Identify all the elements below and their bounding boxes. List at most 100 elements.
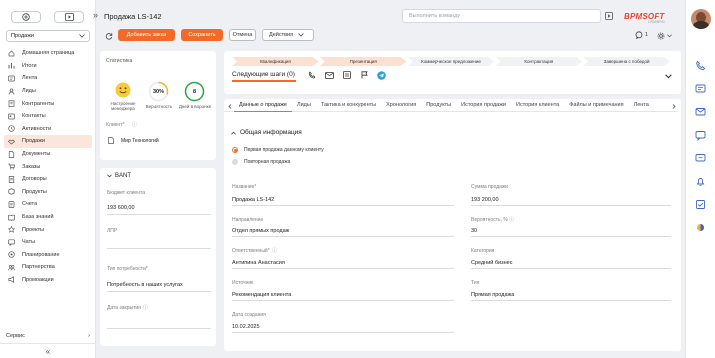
video-button[interactable] [54, 11, 84, 23]
category-value[interactable]: Средний бизнес [471, 260, 512, 266]
chevron-down-icon[interactable] [665, 74, 672, 79]
sidebar-item[interactable]: Лента [4, 72, 92, 85]
sidebar-item[interactable]: Активности [4, 123, 92, 136]
sidebar-item[interactable]: Итоги [4, 60, 92, 73]
telegram-icon[interactable] [377, 71, 386, 80]
need-type-value[interactable]: Потребность в наших услугах [107, 282, 183, 288]
client-value[interactable]: Мир Технологий [121, 138, 159, 144]
refresh-icon[interactable] [105, 32, 113, 40]
sidebar-item[interactable]: Счета [4, 198, 92, 211]
probability-label: Вероятность [145, 104, 173, 109]
chevron-up-icon[interactable] [231, 131, 236, 135]
message-icon[interactable] [695, 153, 706, 164]
top-bar: » Продажа LS-142 Выполнить команду BPMSO… [93, 0, 685, 30]
chevron-right-icon[interactable] [672, 104, 676, 109]
tab[interactable]: Лиды [292, 99, 316, 112]
tab[interactable]: Продукты [421, 99, 456, 112]
direction-value[interactable]: Отдел прямых продаж [232, 228, 289, 234]
actions-dropdown[interactable]: Действия [262, 29, 314, 41]
feed-icon[interactable] [695, 83, 706, 94]
building-icon [8, 100, 15, 108]
budget-value[interactable]: 193 600,00 [107, 205, 135, 211]
sidebar-item[interactable]: Документы [4, 148, 92, 161]
avatar[interactable] [691, 9, 711, 29]
tab[interactable]: Лента [629, 99, 654, 112]
theme-toggle-icon[interactable] [695, 222, 706, 233]
amount-value[interactable]: 193 200,00 [471, 197, 499, 203]
book-icon [8, 214, 15, 221]
sidebar-item[interactable]: Заказы [4, 160, 92, 173]
sms-icon[interactable] [343, 71, 351, 79]
bell-icon[interactable] [695, 176, 706, 187]
sidebar-item[interactable]: Контрагенты [4, 97, 92, 110]
run-command-icon[interactable] [605, 12, 613, 20]
help-icon[interactable]: ⓘ [143, 304, 148, 311]
command-input[interactable]: Выполнить команду [402, 9, 601, 23]
help-icon[interactable]: ⓘ [132, 121, 137, 128]
stage-step[interactable]: Коммерческое предложение [407, 57, 495, 66]
stage-step[interactable]: Презентация [319, 57, 407, 66]
settings-gear-icon[interactable] [657, 32, 665, 40]
add-button[interactable] [11, 11, 41, 23]
cancel-button[interactable]: Отмена [229, 29, 256, 41]
phone-icon[interactable] [695, 60, 706, 71]
flag-icon[interactable] [361, 71, 368, 79]
sidebar-item[interactable]: Чаты [4, 236, 92, 249]
sidebar-item[interactable]: Партнерства [4, 261, 92, 274]
notes-counter[interactable]: 1 [635, 31, 648, 39]
tab-bar: Данные о продаже Лиды Тактика и конкуренты… [224, 99, 677, 112]
box-icon [8, 188, 15, 196]
type-value[interactable]: Прямая продажа [471, 292, 514, 298]
created-date-value[interactable]: 10.02.2025 [232, 324, 260, 330]
help-icon[interactable]: ⓘ [509, 216, 514, 223]
collapse-sidebar-button[interactable]: « [0, 343, 96, 358]
sidebar-item[interactable]: Договоры [4, 173, 92, 186]
tab[interactable]: Тактика и конкуренты [316, 99, 381, 112]
radio-first-sale[interactable] [232, 147, 238, 153]
next-steps-title[interactable]: Следующие шаги (0) [232, 71, 295, 78]
add-order-button[interactable]: Добавить заказ [118, 29, 175, 41]
close-date-label: Дата закрытия [107, 305, 141, 311]
chat-icon[interactable] [695, 130, 706, 141]
double-chevron-right-icon[interactable]: » [93, 10, 98, 20]
stage-step[interactable]: Квалификация [232, 57, 319, 66]
sidebar-item-label: Продажи [22, 138, 45, 145]
sidebar-item[interactable]: Проекты [4, 223, 92, 236]
chevron-left-icon[interactable] [228, 104, 232, 109]
chevron-down-icon[interactable] [667, 34, 672, 38]
sidebar-item-label: Итоги [22, 62, 37, 69]
phone-icon[interactable] [308, 71, 316, 79]
source-value[interactable]: Рекомендация клиента [232, 292, 291, 298]
name-label: Название* [232, 184, 257, 190]
help-icon[interactable]: ⓘ [272, 247, 277, 254]
probability-field-value[interactable]: 30 [471, 228, 477, 234]
sidebar-item[interactable]: Продажи [4, 135, 92, 148]
email-icon[interactable] [325, 72, 334, 79]
chevron-down-icon[interactable] [107, 174, 112, 178]
responsible-value[interactable]: Антипина Анастасия [232, 260, 285, 266]
workspace-select[interactable]: Продажи [6, 30, 90, 42]
stage-step[interactable]: Завершена с победой [583, 57, 670, 66]
sidebar-item-label: Промоакции [22, 276, 54, 283]
tab[interactable]: Данные о продаже [234, 99, 292, 112]
tab[interactable]: Файлы и примечания [564, 99, 628, 112]
sidebar-item[interactable]: Лиды [4, 85, 92, 98]
task-check-icon[interactable] [695, 199, 706, 210]
smiley-icon[interactable] [115, 82, 131, 98]
sidebar-item[interactable]: База знаний [4, 211, 92, 224]
service-menu[interactable]: Сервис › [6, 331, 90, 341]
save-button[interactable]: Сохранить [181, 29, 223, 41]
sidebar-item[interactable]: Промоакции [4, 274, 92, 287]
name-value[interactable]: Продажа LS-142 [232, 197, 274, 203]
tab[interactable]: История клиента [511, 99, 564, 112]
sidebar-item[interactable]: Продукты [4, 186, 92, 199]
stage-step[interactable]: Контрактация [495, 57, 583, 66]
email-icon[interactable] [695, 106, 706, 117]
tab[interactable]: Хронология [381, 99, 421, 112]
radio-repeat-sale[interactable] [232, 159, 238, 165]
sidebar-item[interactable]: Домашняя страница [4, 47, 92, 60]
sidebar-item[interactable]: Планирование [4, 249, 92, 262]
sidebar-item[interactable]: Контакты [4, 110, 92, 123]
actions-label: Действия [269, 32, 294, 38]
tab[interactable]: История продажи [456, 99, 511, 112]
